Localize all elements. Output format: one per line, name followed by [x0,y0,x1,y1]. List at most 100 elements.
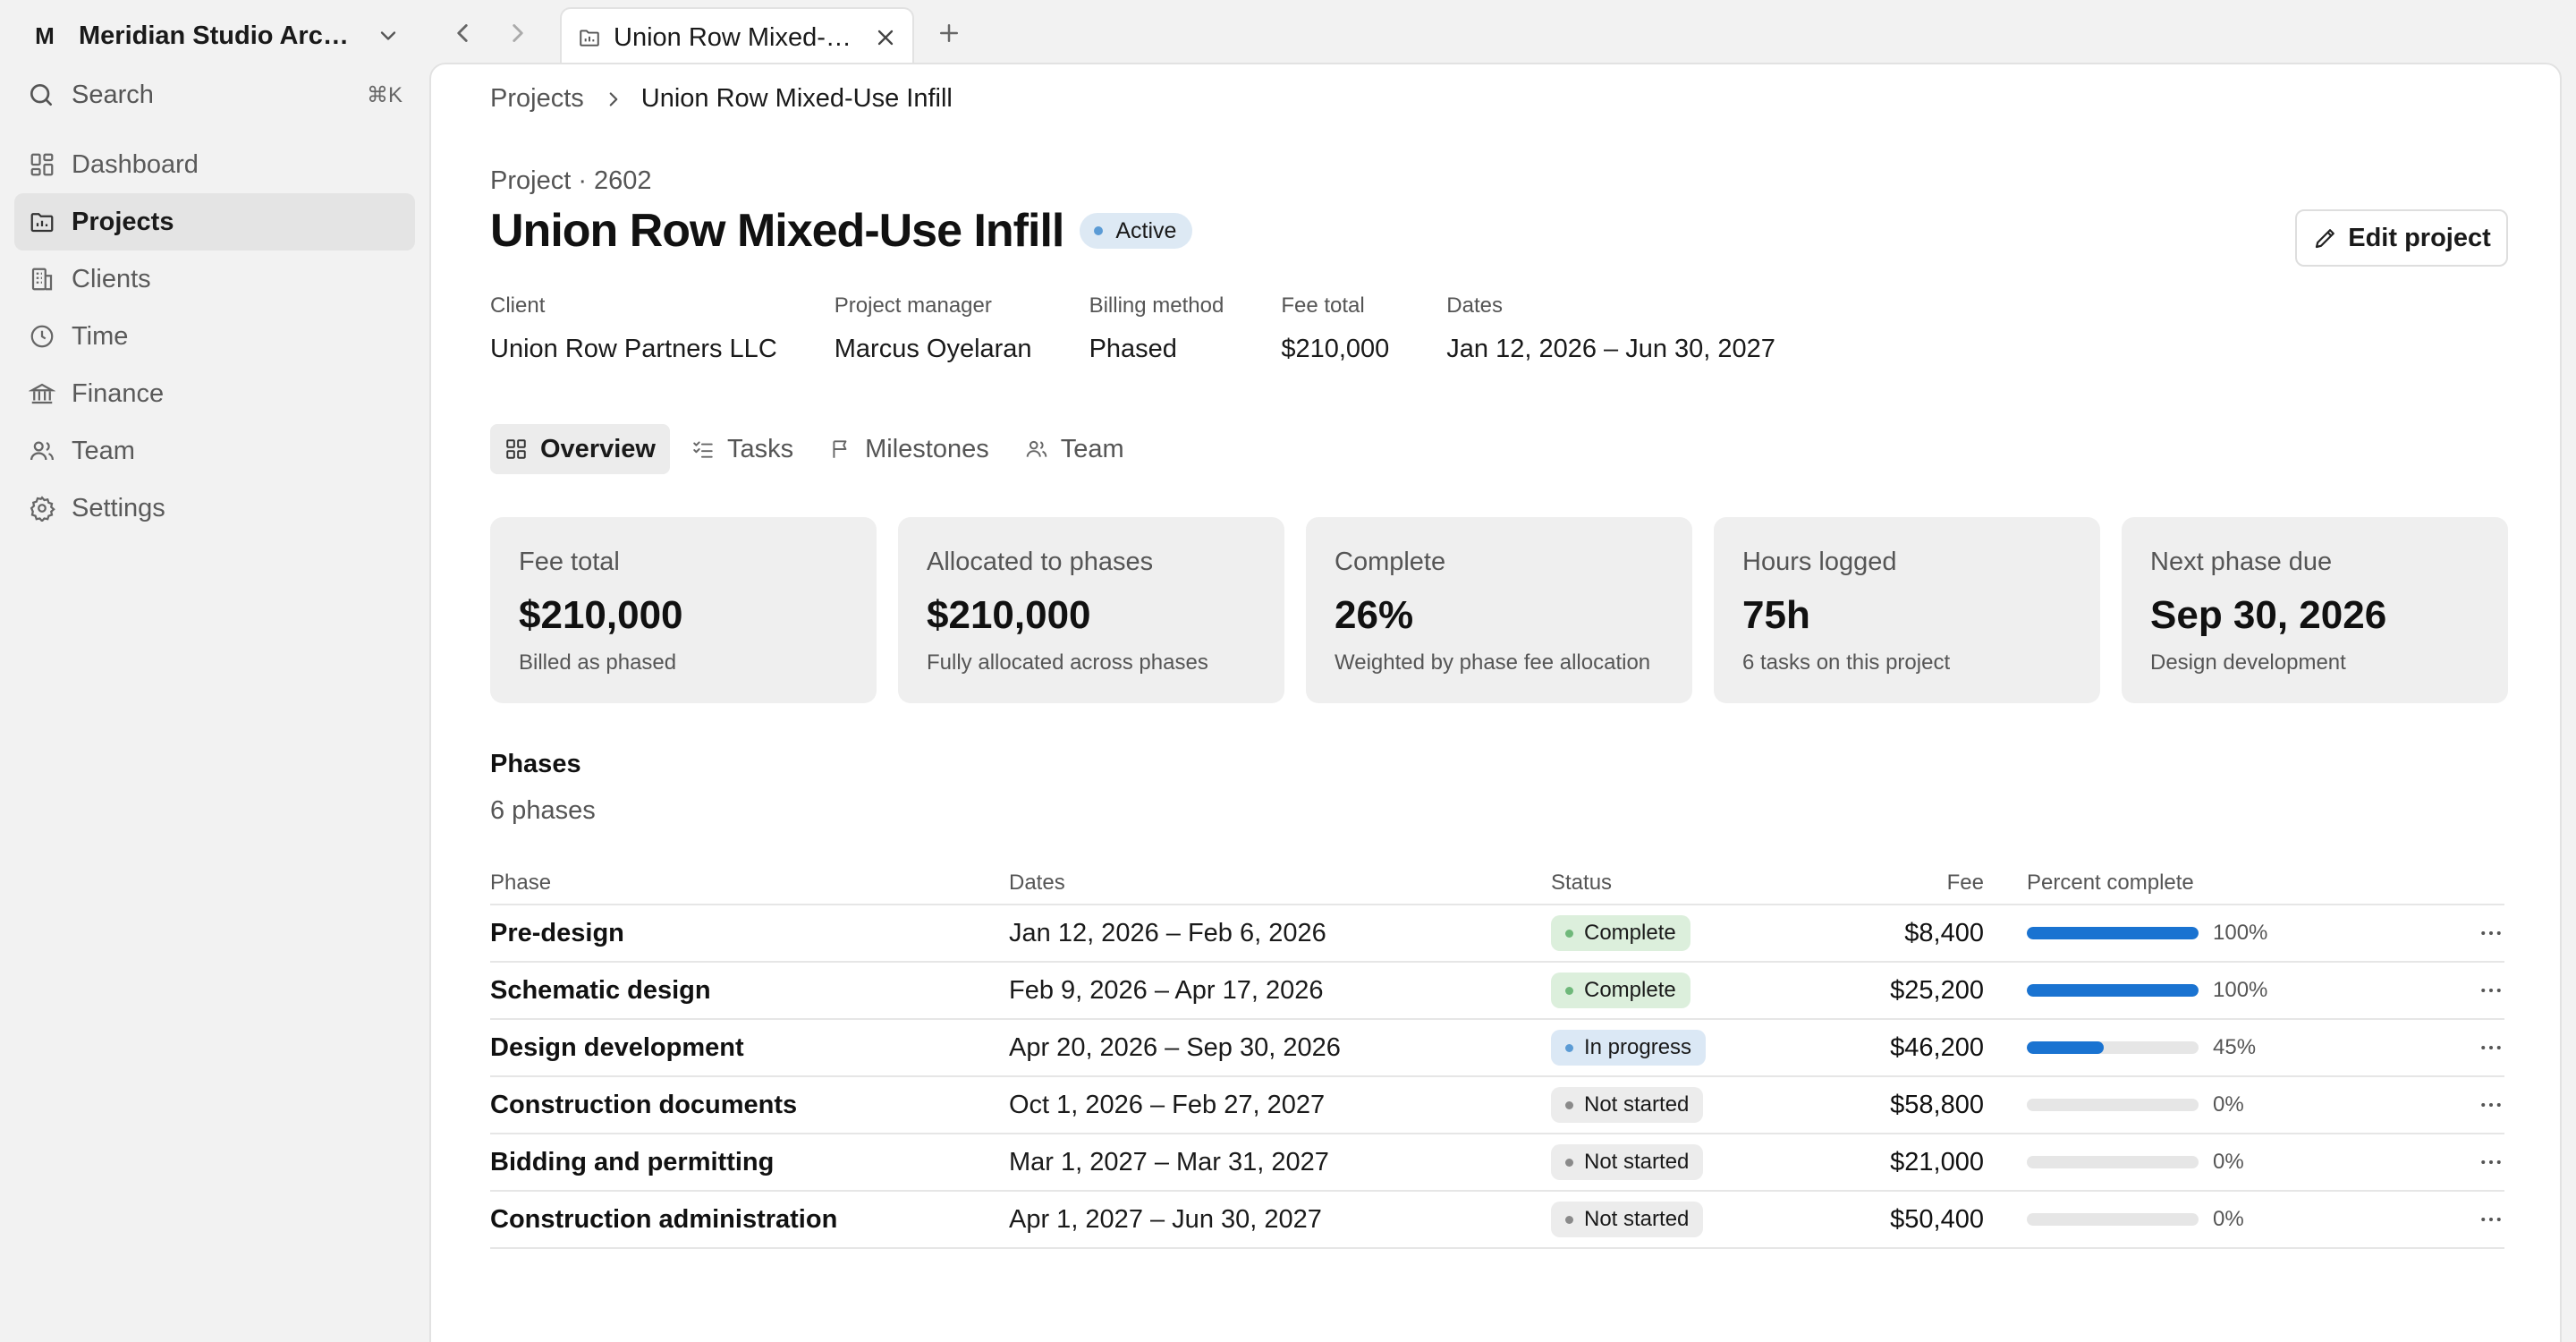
progress-bar [2027,984,2199,997]
progress-label: 45% [2213,1035,2257,1059]
card-subtext: Fully allocated across phases [927,650,1208,675]
row-actions [2431,1149,2504,1176]
tab-milestones[interactable]: Milestones [815,424,1004,474]
sidebar-item-label: Dashboard [72,149,199,179]
more-horizontal-icon[interactable] [2478,920,2504,947]
phase-name[interactable]: Design development [490,1033,1009,1063]
phase-name[interactable]: Construction documents [490,1091,1009,1120]
breadcrumb-projects-link[interactable]: Projects [490,84,584,114]
card-subtext: Billed as phased [519,650,677,675]
status-dot [1094,226,1104,235]
phase-name[interactable]: Construction administration [490,1205,1009,1235]
phase-percent: 100% [1984,978,2431,1003]
status-label: Not started [1584,1207,1690,1231]
table-header: Phase Dates Status Fee Percent complete [490,862,2504,905]
phase-name[interactable]: Pre-design [490,919,1009,948]
meta-dates: Dates Jan 12, 2026 – Jun 30, 2027 [1446,293,1775,364]
phase-fee: $8,400 [1904,918,1984,947]
progress-bar [2027,1099,2199,1111]
progress-fill [2027,984,2199,997]
project-meta: Client Union Row Partners LLC Project ma… [490,293,1833,364]
card-label: Complete [1335,548,1446,576]
table-row[interactable]: Construction administration Apr 1, 2027 –… [490,1192,2504,1249]
edit-project-button[interactable]: Edit project [2295,209,2508,267]
sidebar-item-dashboard[interactable]: Dashboard [14,136,415,193]
status-label: Not started [1584,1092,1690,1117]
phase-dates: Apr 20, 2026 – Sep 30, 2026 [1009,1032,1341,1062]
search-label: Search [72,80,154,109]
project-tabs: Overview Tasks Milestones Team [490,424,1146,474]
meta-value: Union Row Partners LLC [490,335,777,363]
meta-label: Client [490,293,546,318]
bank-icon [29,383,55,404]
tab-overview[interactable]: Overview [490,424,670,474]
gear-icon [30,496,55,522]
progress-fill [2027,927,2199,939]
status-dot [1565,1215,1573,1224]
phase-status: Complete [1551,915,1766,951]
close-icon[interactable] [873,25,898,50]
sidebar-item-clients[interactable]: Clients [14,251,415,308]
workspace-switcher[interactable]: M Meridian Studio Archit... [25,16,401,55]
checklist-icon [693,441,713,458]
card-label: Next phase due [2150,548,2333,576]
table-row[interactable]: Construction documents Oct 1, 2026 – Feb … [490,1077,2504,1134]
more-horizontal-icon[interactable] [2478,1149,2504,1176]
search-button[interactable]: Search ⌘K [27,77,402,113]
progress-label: 0% [2213,1092,2244,1117]
more-horizontal-icon[interactable] [2478,977,2504,1004]
progress-fill [2027,1041,2105,1054]
sidebar-item-finance[interactable]: Finance [14,365,415,422]
card-value: Sep 30, 2026 [2150,593,2387,637]
sidebar-item-projects[interactable]: Projects [14,193,415,251]
table-row[interactable]: Bidding and permitting Mar 1, 2027 – Mar … [490,1134,2504,1192]
meta-value: Marcus Oyelaran [834,335,1032,363]
phase-name[interactable]: Bidding and permitting [490,1148,1009,1177]
status-pill: Complete [1551,973,1690,1008]
table-row[interactable]: Design development Apr 20, 2026 – Sep 30,… [490,1020,2504,1077]
meta-label: Dates [1446,293,1503,318]
tab-label: Tasks [726,434,794,463]
sidebar-item-label: Clients [72,264,151,293]
folder-icon [580,30,599,47]
card-value: $210,000 [519,593,683,637]
card-subtext: Design development [2150,650,2346,675]
tab-tasks[interactable]: Tasks [677,424,808,474]
workspace-name: Meridian Studio Archit... [79,21,356,50]
main-panel: Projects Union Row Mixed-Use Infill Proj… [429,63,2562,1342]
back-arrow-icon[interactable] [447,18,478,48]
sidebar-item-time[interactable]: Time [14,308,415,365]
phase-name[interactable]: Schematic design [490,976,1009,1006]
phase-percent: 45% [1984,1035,2431,1060]
phase-fee: $58,800 [1890,1090,1984,1119]
more-horizontal-icon[interactable] [2478,1034,2504,1061]
meta-label: Project manager [834,293,992,318]
status-label: Not started [1584,1150,1690,1174]
row-actions [2431,1206,2504,1233]
plus-icon[interactable] [936,20,962,47]
meta-label: Billing method [1089,293,1224,318]
more-horizontal-icon[interactable] [2478,1206,2504,1233]
phases-count: 6 phases [490,796,596,825]
sidebar-item-team[interactable]: Team [14,422,415,480]
status-pill: Not started [1551,1144,1704,1180]
phase-dates: Oct 1, 2026 – Feb 27, 2027 [1009,1090,1326,1119]
progress-label: 0% [2213,1207,2244,1231]
meta-billing-method: Billing method Phased [1089,293,1224,364]
phase-status: Complete [1551,973,1766,1008]
search-icon [30,84,52,106]
forward-arrow-icon[interactable] [503,18,533,48]
phase-percent: 0% [1984,1207,2431,1232]
sidebar-item-label: Settings [72,493,165,522]
pencil-icon [2316,229,2335,249]
status-pill: Not started [1551,1202,1704,1237]
table-row[interactable]: Schematic design Feb 9, 2026 – Apr 17, 20… [490,963,2504,1020]
sidebar-item-settings[interactable]: Settings [14,480,415,537]
progress-label: 100% [2213,921,2268,945]
table-row[interactable]: Pre-design Jan 12, 2026 – Feb 6, 2026 Comp… [490,905,2504,963]
column-header-phase: Phase [490,871,552,895]
tab-project[interactable]: Union Row Mixed-Use Infill [560,7,914,66]
tab-team[interactable]: Team [1011,424,1139,474]
status-dot [1565,929,1573,938]
more-horizontal-icon[interactable] [2478,1091,2504,1118]
